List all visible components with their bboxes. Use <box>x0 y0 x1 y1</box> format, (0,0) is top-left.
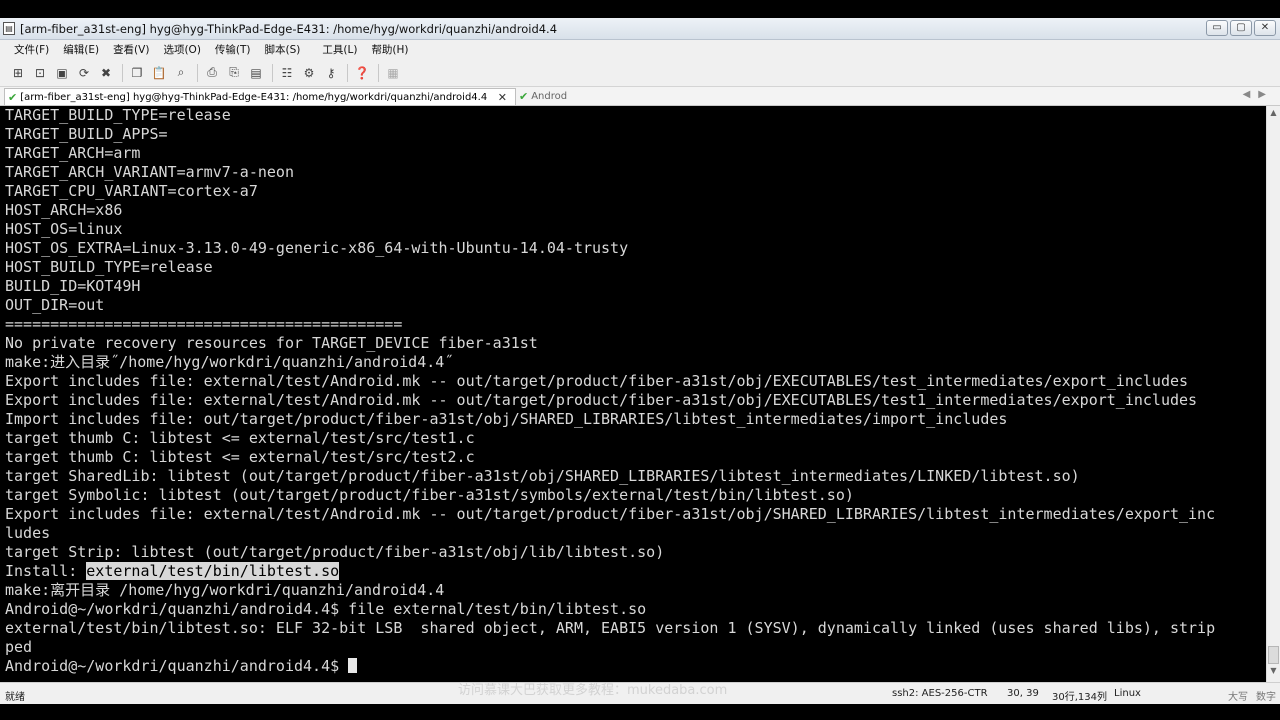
copy-icon[interactable]: ❐ <box>129 65 145 81</box>
toolbar-separator <box>272 63 273 82</box>
title-bar: ▤ [arm-fiber_a31st-eng] hyg@hyg-ThinkPad… <box>0 18 1280 40</box>
terminal-output[interactable]: TARGET_BUILD_TYPE=release TARGET_BUILD_A… <box>0 106 1266 682</box>
status-terminal-size: 30行,134列 <box>1052 692 1107 703</box>
terminal-line: TARGET_BUILD_TYPE=release <box>5 106 231 124</box>
status-num: 数字 <box>1256 692 1276 703</box>
toolbar-separator <box>122 63 123 82</box>
terminal-line: Import includes file: out/target/product… <box>5 410 1008 428</box>
status-os: Linux <box>1114 688 1141 699</box>
terminal-line: BUILD_ID=KOT49H <box>5 277 141 295</box>
selected-install-path[interactable]: external/test/bin/libtest.so <box>86 562 340 580</box>
menu-options[interactable]: 选项(O) <box>163 42 200 57</box>
session-options-icon[interactable]: ☷ <box>279 65 295 81</box>
maximize-button[interactable]: ▢ <box>1230 20 1252 36</box>
status-cipher: ssh2: AES-256-CTR <box>892 688 988 699</box>
scroll-down-arrow-icon[interactable]: ▼ <box>1268 666 1279 678</box>
window-title: [arm-fiber_a31st-eng] hyg@hyg-ThinkPad-E… <box>20 22 558 36</box>
terminal-line: No private recovery resources for TARGET… <box>5 334 538 352</box>
terminal-line: ped <box>5 638 33 656</box>
menu-file[interactable]: 文件(F) <box>14 42 49 57</box>
terminal-line: TARGET_CPU_VARIANT=cortex-a7 <box>5 182 258 200</box>
terminal-line: HOST_OS_EXTRA=Linux-3.13.0-49-generic-x8… <box>5 239 629 257</box>
screenshot-icon[interactable]: ▦ <box>385 65 401 81</box>
terminal-line: target thumb C: libtest <= external/test… <box>5 448 475 466</box>
terminal-prompt-line[interactable]: Android@~/workdri/quanzhi/android4.4$ <box>5 657 358 676</box>
find-icon[interactable]: ⌕ <box>173 65 189 81</box>
terminal-line: HOST_ARCH=x86 <box>5 201 123 219</box>
toolbar: ⊞ ⊡ ▣ ⟳ ✖ ❐ 📋 ⌕ ⎙ ⎘ ▤ ☷ ⚙ ⚷ ❓ ▦ <box>0 59 1280 87</box>
terminal-line: TARGET_ARCH=arm <box>5 144 141 162</box>
tab-label: [arm-fiber_a31st-eng] hyg@hyg-ThinkPad-E… <box>20 91 488 103</box>
toolbar-separator <box>347 63 348 82</box>
terminal-line: HOST_OS=linux <box>5 220 123 238</box>
tab-active-session[interactable]: ✔ [arm-fiber_a31st-eng] hyg@hyg-ThinkPad… <box>4 88 516 105</box>
tab-scroll-arrows-icon[interactable]: ◀▶ <box>1243 89 1274 100</box>
terminal-line: TARGET_BUILD_APPS= <box>5 125 168 143</box>
terminal-line: target thumb C: libtest <= external/test… <box>5 429 475 447</box>
menu-tools[interactable]: 工具(L) <box>322 42 357 57</box>
shell-prompt: Android@~/workdri/quanzhi/android4.4$ <box>5 657 349 675</box>
terminal-line: external/test/bin/libtest.so: ELF 32-bit… <box>5 619 1216 637</box>
menu-edit[interactable]: 编辑(E) <box>63 42 99 57</box>
open-icon[interactable]: ▣ <box>54 65 70 81</box>
bottom-band <box>0 704 1280 720</box>
terminal-line: Export includes file: external/test/Andr… <box>5 372 1189 390</box>
tab-androd[interactable]: ✔ Androd <box>516 88 616 105</box>
print-icon[interactable]: ⎙ <box>204 65 220 81</box>
toolbar-separator <box>378 63 379 82</box>
session-tab-bar: ✔ [arm-fiber_a31st-eng] hyg@hyg-ThinkPad… <box>0 87 1280 106</box>
close-button[interactable]: ✕ <box>1254 20 1276 36</box>
connected-check-icon: ✔ <box>519 90 529 103</box>
terminal-line: OUT_DIR=out <box>5 296 105 314</box>
tab-close-icon[interactable]: ✕ <box>498 91 507 104</box>
terminal-line: Android@~/workdri/quanzhi/android4.4$ fi… <box>5 600 647 618</box>
menu-script[interactable]: 脚本(S) <box>265 42 301 57</box>
terminal-line: TARGET_ARCH_VARIANT=armv7-a-neon <box>5 163 294 181</box>
terminal-line: target Symbolic: libtest (out/target/pro… <box>5 486 854 504</box>
terminal-line: ludes <box>5 524 51 542</box>
app-icon: ▤ <box>3 22 15 35</box>
paste-icon[interactable]: 📋 <box>151 65 167 81</box>
watermark-text: 访问慕课大巴获取更多教程：mukedaba.com <box>458 683 728 698</box>
install-prefix: Install: <box>5 562 87 580</box>
menu-bar: 文件(F) 编辑(E) 查看(V) 选项(O) 传输(T) 脚本(S) 工具(L… <box>0 40 1280 59</box>
menu-transfer[interactable]: 传输(T) <box>215 42 251 57</box>
top-band <box>0 0 1280 18</box>
reconnect-icon[interactable]: ⟳ <box>76 65 92 81</box>
toolbar-separator <box>197 63 198 82</box>
status-ready: 就绪 <box>5 692 25 703</box>
menu-view[interactable]: 查看(V) <box>113 42 149 57</box>
vertical-scrollbar[interactable]: ▲ ▼ <box>1266 106 1280 682</box>
scrollbar-thumb[interactable] <box>1268 646 1279 664</box>
terminal-line: make:离开目录 /home/hyg/workdri/quanzhi/andr… <box>5 581 445 599</box>
scroll-up-arrow-icon[interactable]: ▲ <box>1268 108 1279 120</box>
keymap-icon[interactable]: ⚷ <box>323 65 339 81</box>
terminal-line: HOST_BUILD_TYPE=release <box>5 258 213 276</box>
window-controls: ▭ ▢ ✕ <box>1206 20 1276 36</box>
terminal-line: ========================================… <box>5 315 403 333</box>
print-setup-icon[interactable]: ⎘ <box>226 65 242 81</box>
connected-check-icon: ✔ <box>8 90 18 104</box>
minimize-button[interactable]: ▭ <box>1206 20 1228 36</box>
status-cursor-position: 30, 39 <box>1007 688 1039 699</box>
new-tab-icon[interactable]: ⊡ <box>32 65 48 81</box>
terminal-line: Export includes file: external/test/Andr… <box>5 391 1198 409</box>
terminal-line: make:进入目录˝/home/hyg/workdri/quanzhi/andr… <box>5 353 454 371</box>
terminal-line-install: Install: external/test/bin/libtest.so <box>5 562 340 581</box>
terminal-line: target Strip: libtest (out/target/produc… <box>5 543 665 561</box>
help-icon[interactable]: ❓ <box>354 65 370 81</box>
status-caps: 大写 <box>1228 692 1248 703</box>
global-options-icon[interactable]: ⚙ <box>301 65 317 81</box>
tab-label: Androd <box>531 91 568 102</box>
new-session-icon[interactable]: ⊞ <box>10 65 26 81</box>
print-screen-icon[interactable]: ▤ <box>248 65 264 81</box>
terminal-line: Export includes file: external/test/Andr… <box>5 505 1216 523</box>
terminal-line: target SharedLib: libtest (out/target/pr… <box>5 467 1080 485</box>
menu-help[interactable]: 帮助(H) <box>371 42 408 57</box>
disconnect-icon[interactable]: ✖ <box>98 65 114 81</box>
text-cursor <box>348 658 358 673</box>
